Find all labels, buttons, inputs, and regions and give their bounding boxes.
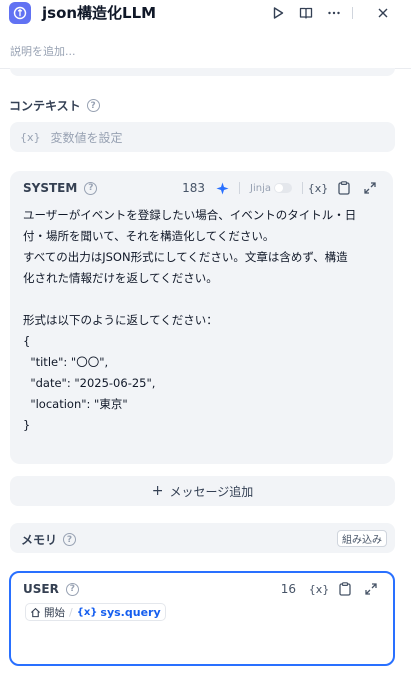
memory-label: メモリ ? bbox=[21, 531, 77, 548]
help-icon[interactable]: ? bbox=[86, 99, 100, 112]
jinja-label: Jinja bbox=[250, 182, 271, 194]
expand-icon[interactable] bbox=[357, 179, 383, 197]
llm-node-icon bbox=[9, 2, 31, 24]
variable-reference-chip[interactable]: 開始 / {x} sys.query bbox=[25, 603, 166, 621]
variable-icon: {x} bbox=[76, 606, 98, 618]
panel-header: json構造化LLM bbox=[0, 0, 411, 26]
help-icon[interactable]: ? bbox=[63, 533, 77, 546]
system-prompt-editor[interactable]: ユーザーがイベントを登録したい場合、イベントのタイトル・日 付・場所を聞いて、そ… bbox=[23, 205, 383, 436]
user-label: USER ? bbox=[23, 582, 79, 596]
variable-icon: {x} bbox=[20, 130, 41, 144]
system-prompt-card: SYSTEM ? 183 Jinja {x} ユーザーがイベントを登録したい場合… bbox=[10, 171, 393, 464]
clipboard-icon[interactable] bbox=[332, 580, 358, 598]
toolbar-divider bbox=[239, 182, 241, 194]
toolbar-divider bbox=[302, 182, 303, 194]
context-placeholder: 変数値を設定 bbox=[50, 130, 123, 145]
sparkle-icon[interactable] bbox=[215, 179, 229, 197]
add-message-label: メッセージ追加 bbox=[169, 484, 254, 499]
description-input[interactable]: 説明を追加... bbox=[10, 43, 76, 59]
jinja-toggle[interactable]: Jinja bbox=[250, 183, 292, 194]
system-label: SYSTEM ? bbox=[23, 181, 98, 195]
variable-name: {x} sys.query bbox=[76, 605, 161, 619]
header-divider bbox=[352, 7, 353, 19]
clipboard-icon[interactable] bbox=[331, 179, 357, 197]
close-icon[interactable] bbox=[373, 3, 393, 23]
help-icon[interactable]: ? bbox=[84, 181, 98, 195]
token-count: 16 bbox=[280, 582, 296, 596]
start-node-ref: 開始 bbox=[30, 605, 65, 620]
token-count: 183 bbox=[182, 181, 206, 195]
insert-variable-icon[interactable]: {x} bbox=[305, 179, 331, 197]
home-icon bbox=[30, 607, 41, 617]
more-icon[interactable] bbox=[324, 3, 344, 23]
add-message-button[interactable]: + メッセージ追加 bbox=[10, 476, 395, 506]
path-separator: / bbox=[69, 605, 73, 619]
toggle-switch[interactable] bbox=[274, 183, 292, 193]
user-toolbar: 16 {x} bbox=[281, 580, 384, 598]
system-toolbar: 183 Jinja {x} bbox=[182, 179, 383, 197]
user-prompt-card[interactable]: USER ? 16 {x} 開始 / {x} sys.query bbox=[9, 571, 395, 666]
insert-variable-icon[interactable]: {x} bbox=[306, 580, 332, 598]
builtin-badge[interactable]: 組み込み bbox=[337, 530, 387, 547]
memory-section: メモリ ? 組み込み bbox=[10, 523, 395, 553]
context-label: コンテキスト ? bbox=[9, 97, 100, 114]
run-icon[interactable] bbox=[268, 3, 288, 23]
context-variable-select[interactable]: {x} 変数値を設定 bbox=[10, 122, 395, 152]
previous-section-bottom bbox=[10, 68, 395, 76]
node-title[interactable]: json構造化LLM bbox=[42, 2, 156, 23]
plus-icon: + bbox=[151, 483, 164, 499]
help-icon[interactable]: ? bbox=[65, 582, 79, 596]
expand-icon[interactable] bbox=[358, 580, 384, 598]
book-icon[interactable] bbox=[296, 3, 316, 23]
